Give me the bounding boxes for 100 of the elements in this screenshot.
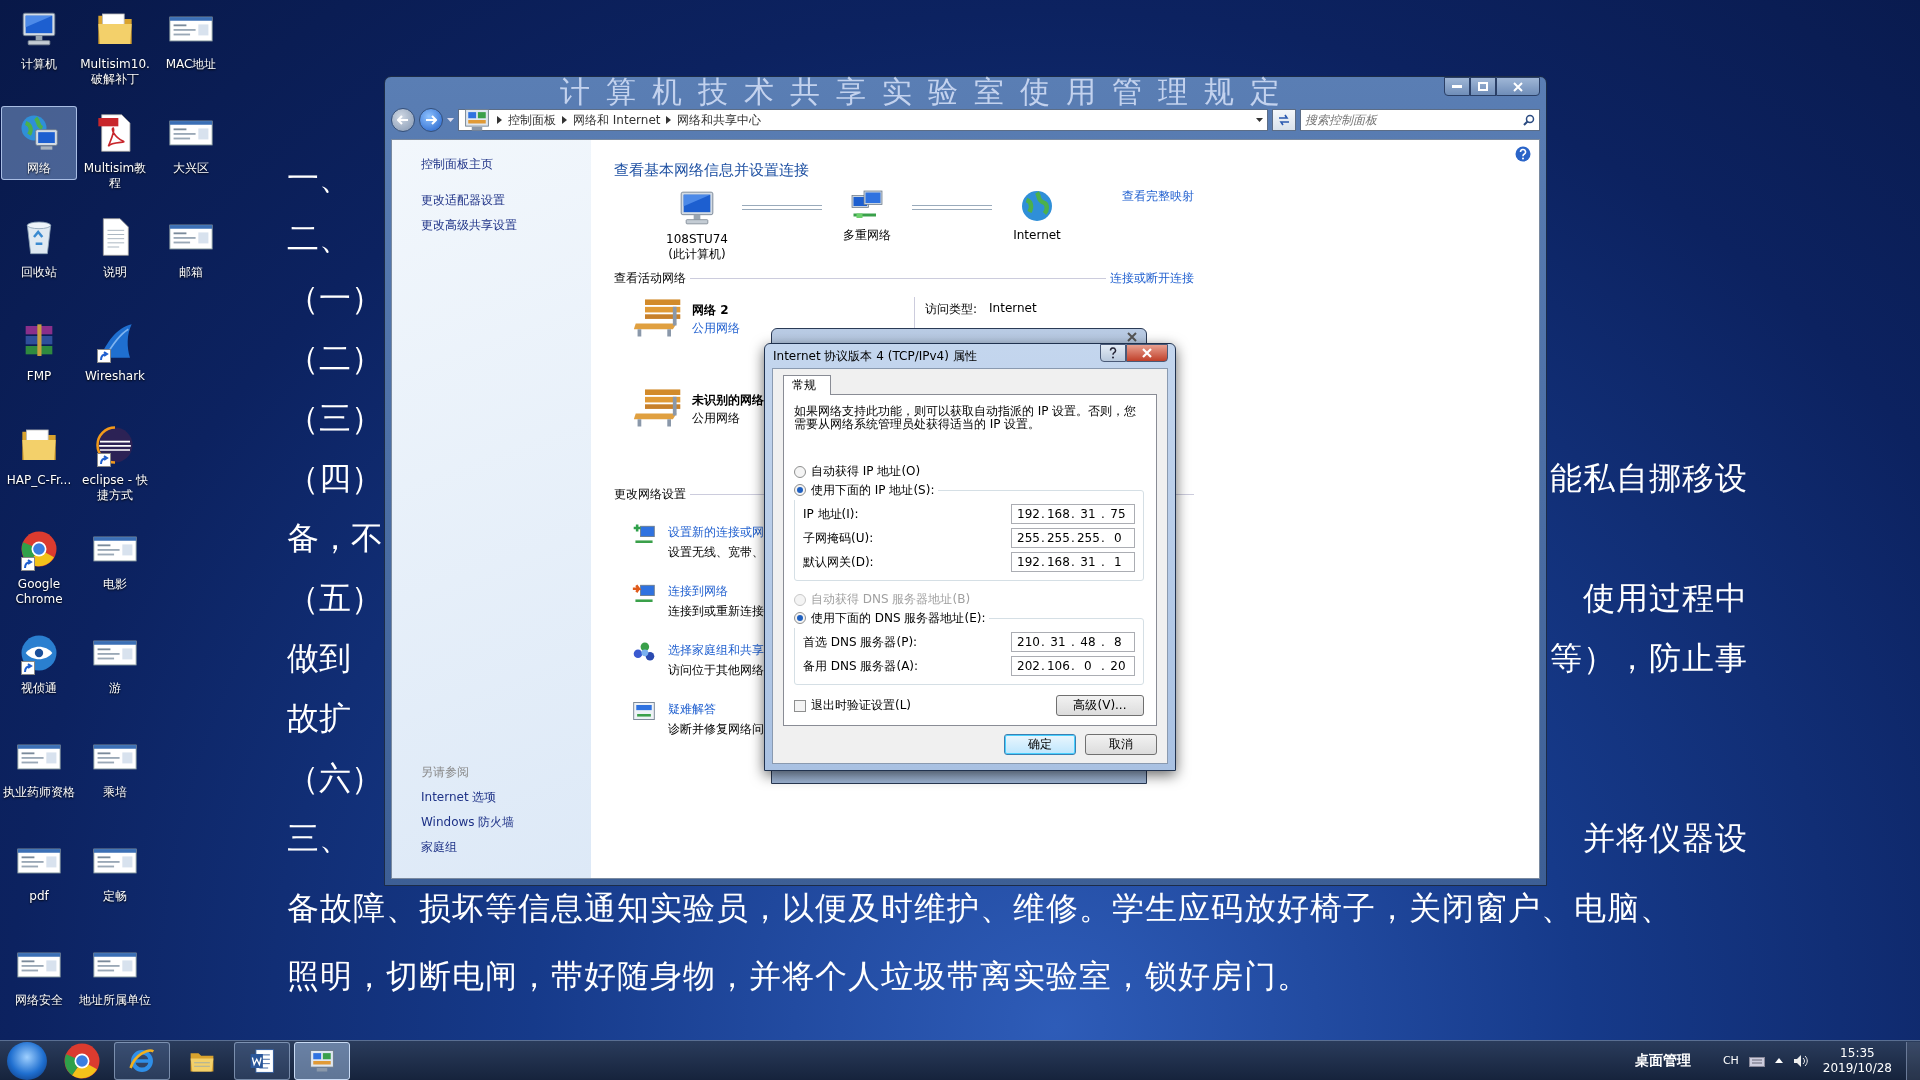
thumbnail-icon [93, 744, 137, 770]
ip-address-field[interactable]: 210. 31 . 48 . 8 [1011, 632, 1135, 652]
desktop-icon[interactable]: 说明 [77, 210, 153, 284]
refresh-button[interactable] [1272, 109, 1296, 131]
taskbar-button[interactable] [234, 1041, 290, 1080]
sidebar-link[interactable]: Windows 防火墙 [421, 814, 591, 830]
dialog-button[interactable]: 确定 [1004, 734, 1076, 755]
network-node-label: 108STU74 [666, 232, 728, 247]
desktop-icon[interactable]: 游 [77, 626, 153, 700]
close-icon [1142, 348, 1152, 358]
desktop-icon[interactable]: 视侦通 [1, 626, 77, 700]
help-icon[interactable] [1515, 146, 1531, 162]
sidebar-link[interactable]: 控制面板主页 [421, 156, 591, 172]
desktop-icon[interactable]: 电影 [77, 522, 153, 596]
ip-address-field[interactable]: 192. 168. 31 . 75 [1011, 504, 1135, 524]
keyboard-icon[interactable] [1748, 1054, 1765, 1067]
desktop-icon[interactable]: 网络 [1, 106, 77, 180]
radio-button[interactable] [794, 465, 806, 478]
back-button[interactable] [391, 108, 415, 132]
desktop-icon[interactable]: Google Chrome [1, 522, 77, 611]
tab[interactable]: 常规 [783, 375, 831, 395]
chevron-icon [666, 116, 672, 124]
task-link[interactable]: 疑难解答 [668, 699, 764, 719]
breadcrumb-link[interactable]: 控制面板 [508, 111, 556, 129]
up-caret-icon[interactable] [1774, 1058, 1783, 1063]
radio-button[interactable] [794, 484, 806, 496]
slide-text: 三、 [287, 818, 351, 859]
desktop-icon[interactable]: Multisim教程 [77, 106, 153, 195]
help-button[interactable] [1100, 344, 1126, 362]
caret-icon[interactable] [1256, 118, 1263, 122]
slide-text: 一、 [287, 158, 351, 199]
advanced-button[interactable]: 高级(V)... [1056, 695, 1144, 716]
radio-label: 使用下面的 DNS 服务器地址(E): [811, 609, 986, 627]
desktop-icon[interactable]: 邮箱 [153, 210, 229, 284]
toolbar-label[interactable]: 桌面管理 [1634, 1051, 1691, 1070]
breadcrumb-link[interactable]: 网络和共享中心 [677, 111, 762, 129]
field-label: IP 地址(I): [803, 505, 859, 523]
minimize-button[interactable] [1444, 77, 1470, 96]
address-bar[interactable]: 控制面板 网络和 Internet 网络和共享中心 [458, 109, 1268, 131]
network-node-label: (此计算机) [668, 247, 726, 262]
chevron-icon [562, 116, 567, 124]
desktop-icon[interactable]: 乘培 [77, 730, 153, 804]
ip-address-field[interactable]: 202. 106. 0 . 20 [1011, 656, 1135, 676]
network-category: 公用网络 [692, 410, 741, 427]
slide-text: 并将仪器设 [1583, 818, 1748, 859]
search-field[interactable]: 搜索控制面板 [1300, 109, 1540, 131]
desktop-icon[interactable]: eclipse - 快捷方式 [77, 418, 153, 507]
breadcrumb-link[interactable]: 网络和 Internet [573, 111, 661, 129]
ip-address-field[interactable]: 255. 255. 255. 0 [1011, 528, 1135, 548]
sidebar-link[interactable]: Internet 选项 [421, 789, 591, 805]
sidebar-link[interactable]: 更改高级共享设置 [421, 217, 591, 233]
taskbar-button[interactable] [114, 1041, 170, 1080]
sidebar-link[interactable]: 更改适配器设置 [421, 192, 591, 208]
thumbnail-icon [93, 848, 137, 874]
desktop-icon[interactable]: 地址所属单位 [77, 938, 153, 1012]
desktop-icon[interactable]: 大兴区 [153, 106, 229, 180]
desktop-icon[interactable]: MAC地址 [153, 2, 229, 76]
desktop-icon[interactable]: 网络安全 [1, 938, 77, 1012]
full-map-link[interactable]: 查看完整映射 [1122, 188, 1194, 262]
slide-text: （三） [287, 398, 383, 439]
desktop-icon[interactable]: Multisim10.破解补丁 [77, 2, 153, 91]
checkbox-label: 退出时验证设置(L) [811, 697, 912, 714]
language-indicator[interactable]: CH [1722, 1054, 1739, 1067]
desktop-icon[interactable]: FMP [1, 314, 77, 388]
slide-text: （六） [287, 758, 383, 799]
speaker-icon[interactable] [1792, 1053, 1809, 1068]
task-link[interactable]: 选择家庭组和共享 [668, 640, 764, 660]
sidebar-link[interactable]: 家庭组 [421, 839, 591, 855]
eye-icon [19, 633, 59, 673]
slide-text: （一） [287, 278, 383, 319]
connect-link[interactable]: 连接或断开连接 [1110, 270, 1194, 287]
desktop-icon[interactable]: 回收站 [1, 210, 77, 284]
close-button[interactable] [1496, 77, 1540, 96]
maximize-button[interactable] [1470, 77, 1496, 96]
desktop-icon[interactable]: HAP_C-Fr... [1, 418, 77, 492]
desktop-icon[interactable]: 定畅 [77, 834, 153, 908]
desktop-icon[interactable]: 执业药师资格 [1, 730, 77, 804]
radio-button[interactable] [794, 612, 806, 624]
show-desktop-button[interactable] [1906, 1041, 1920, 1080]
start-button[interactable] [7, 1041, 47, 1080]
dialog-button[interactable]: 取消 [1085, 734, 1157, 755]
checkbox[interactable] [794, 699, 806, 712]
ip-address-field[interactable]: 192. 168. 31 . 1 [1011, 552, 1135, 572]
slide-text: 备，不 [287, 518, 383, 559]
task-description: 诊断并修复网络问 [668, 721, 764, 738]
thumbnail-icon [17, 744, 61, 770]
thumbnail-icon [17, 952, 61, 978]
close-button[interactable] [1126, 344, 1168, 362]
taskbar-button[interactable] [294, 1041, 350, 1080]
desktop-icon[interactable]: Wireshark [77, 314, 153, 388]
page-heading: 查看基本网络信息并设置连接 [614, 160, 810, 180]
section-heading: 更改网络设置 [614, 486, 686, 503]
task-link[interactable]: 设置新的连接或网 [668, 522, 764, 542]
desktop-icon[interactable]: pdf [1, 834, 77, 908]
forward-button[interactable] [419, 108, 443, 132]
desktop-icon[interactable]: 计算机 [1, 2, 77, 76]
task-link[interactable]: 连接到网络 [668, 581, 764, 601]
network-name: 网络 2 [692, 302, 730, 319]
clock[interactable]: 15:35 2019/10/28 [1818, 1045, 1896, 1076]
network-category-link[interactable]: 公用网络 [692, 319, 740, 337]
